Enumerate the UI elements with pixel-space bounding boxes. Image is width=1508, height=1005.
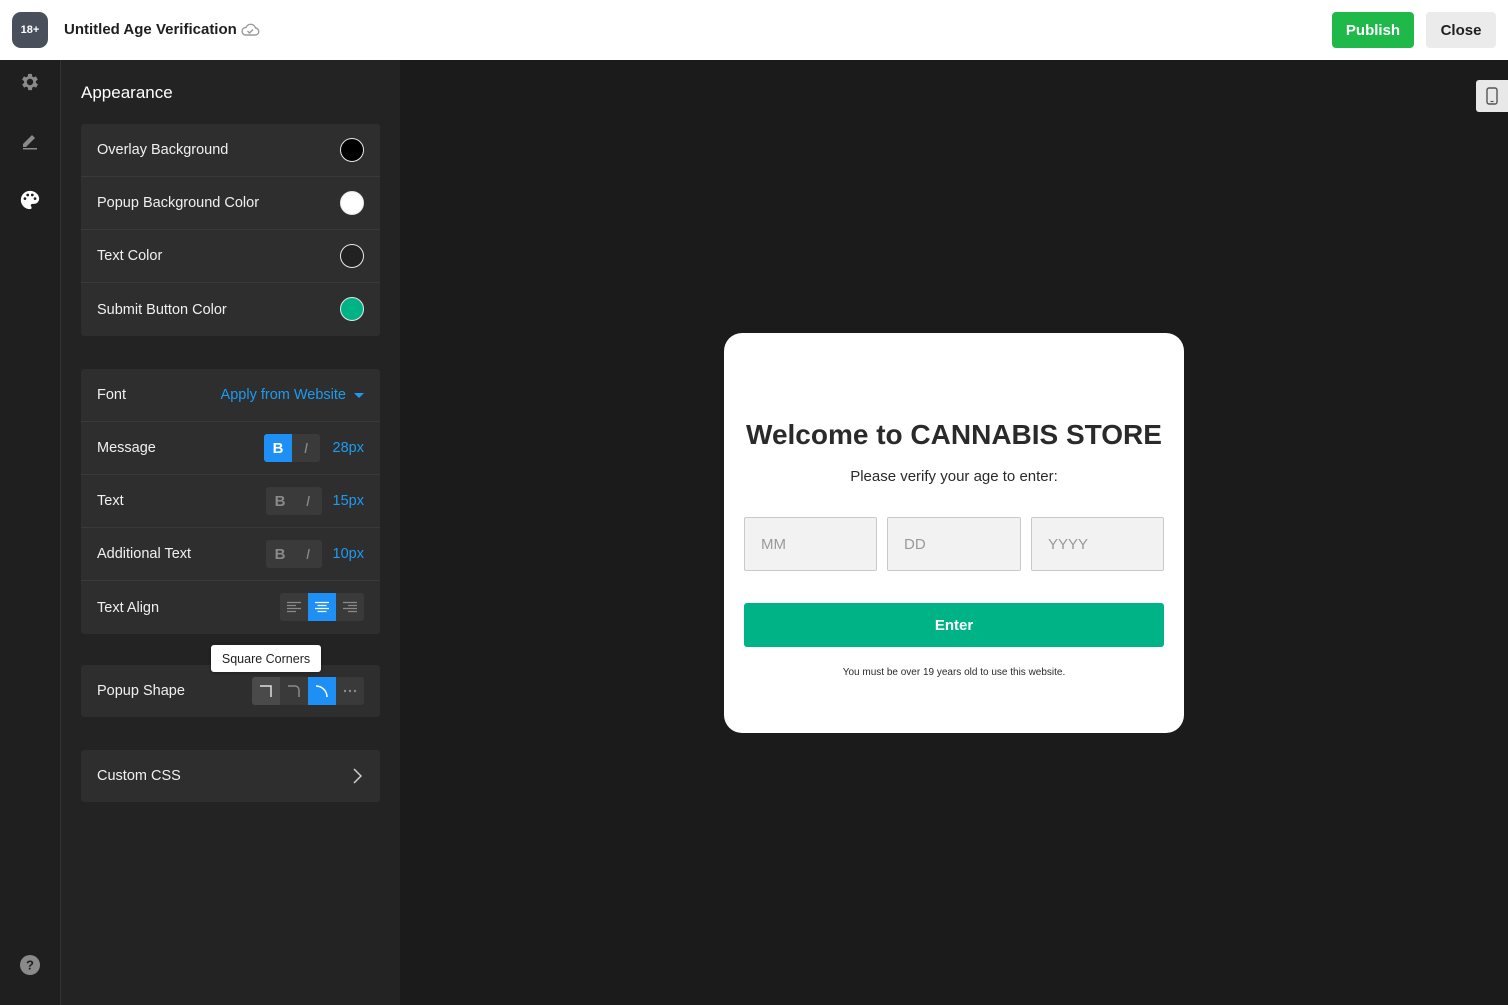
- appearance-panel: Appearance Overlay Background Popup Back…: [61, 60, 400, 1005]
- year-input[interactable]: [1031, 517, 1164, 571]
- row-label: Text Color: [97, 248, 163, 264]
- age-requirement-note: You must be over 19 years old to use thi…: [842, 667, 1066, 678]
- square-corners-icon[interactable]: [252, 677, 280, 705]
- svg-text:?: ?: [26, 958, 34, 973]
- row-label: Popup Shape: [97, 683, 185, 699]
- row-label: Message: [97, 440, 156, 456]
- left-rail: ?: [0, 60, 61, 1005]
- app-badge: 18+: [12, 12, 48, 48]
- italic-toggle[interactable]: I: [294, 487, 322, 515]
- custom-css-row[interactable]: Custom CSS: [81, 750, 380, 802]
- row-label: Submit Button Color: [97, 301, 227, 318]
- square-corners-tooltip: Square Corners: [211, 645, 321, 672]
- align-right-icon[interactable]: [336, 593, 364, 621]
- message-style-toggle: B I: [264, 434, 320, 462]
- additional-text-row: Additional Text B I 10px: [81, 528, 380, 581]
- popup-subtitle: Please verify your age to enter:: [850, 468, 1058, 485]
- bold-toggle[interactable]: B: [266, 487, 294, 515]
- cloud-saved-icon: [240, 22, 260, 38]
- additional-style-toggle: B I: [266, 540, 322, 568]
- italic-toggle[interactable]: I: [292, 434, 320, 462]
- font-select-value: Apply from Website: [220, 387, 346, 403]
- gear-icon[interactable]: [18, 70, 42, 94]
- help-icon[interactable]: ?: [18, 953, 42, 977]
- day-input[interactable]: [887, 517, 1021, 571]
- align-left-icon[interactable]: [280, 593, 308, 621]
- popup-shape-group: Popup Shape: [81, 665, 380, 717]
- text-align-row: Text Align: [81, 581, 380, 634]
- text-style-toggle: B I: [266, 487, 322, 515]
- overlay-background-row[interactable]: Overlay Background: [81, 124, 380, 177]
- popup-bg-color-swatch[interactable]: [340, 191, 364, 215]
- italic-toggle[interactable]: I: [294, 540, 322, 568]
- additional-size[interactable]: 10px: [333, 546, 364, 562]
- row-label: Overlay Background: [97, 142, 229, 158]
- publish-button[interactable]: Publish: [1332, 12, 1414, 48]
- row-label: Additional Text: [97, 546, 192, 562]
- text-align-toggle: [280, 593, 364, 621]
- color-settings-group: Overlay Background Popup Background Colo…: [81, 124, 380, 336]
- row-label: Text Align: [97, 599, 160, 616]
- row-label: Popup Background Color: [97, 195, 260, 211]
- message-size[interactable]: 28px: [333, 440, 364, 456]
- age-verification-popup: Welcome to CANNABIS STORE Please verify …: [724, 333, 1184, 733]
- message-row: Message B I 28px: [81, 422, 380, 475]
- popup-shape-row: Popup Shape: [81, 665, 380, 717]
- chevron-down-icon: [354, 392, 364, 398]
- top-bar: 18+ Untitled Age Verification Publish Cl…: [0, 0, 1508, 60]
- enter-button[interactable]: Enter: [744, 603, 1164, 647]
- panel-title: Appearance: [81, 83, 173, 102]
- text-color-swatch[interactable]: [340, 244, 364, 268]
- text-color-row[interactable]: Text Color: [81, 230, 380, 283]
- align-center-icon[interactable]: [308, 593, 336, 621]
- text-row: Text B I 15px: [81, 475, 380, 528]
- month-input[interactable]: [744, 517, 877, 571]
- pencil-icon[interactable]: [18, 128, 42, 152]
- submit-color-swatch[interactable]: [340, 297, 364, 321]
- rounded-corners-icon[interactable]: [308, 677, 336, 705]
- text-size[interactable]: 15px: [333, 493, 364, 509]
- chevron-right-icon: [352, 768, 363, 789]
- bold-toggle[interactable]: B: [264, 434, 292, 462]
- row-label: Custom CSS: [97, 768, 181, 784]
- slight-rounded-corners-icon[interactable]: [280, 677, 308, 705]
- font-row: Font Apply from Website: [81, 369, 380, 422]
- close-button[interactable]: Close: [1426, 12, 1496, 48]
- typography-group: Font Apply from Website Message B I 28px…: [81, 369, 380, 634]
- mobile-preview-icon[interactable]: [1476, 80, 1508, 112]
- custom-css-group[interactable]: Custom CSS: [81, 750, 380, 802]
- overlay-color-swatch[interactable]: [340, 138, 364, 162]
- font-select[interactable]: Apply from Website: [221, 387, 364, 403]
- more-options-icon[interactable]: [336, 677, 364, 705]
- row-label: Text: [97, 493, 124, 509]
- palette-icon[interactable]: [18, 188, 42, 212]
- row-label: Font: [97, 387, 127, 403]
- popup-background-color-row[interactable]: Popup Background Color: [81, 177, 380, 230]
- document-title[interactable]: Untitled Age Verification: [64, 21, 237, 38]
- submit-button-color-row[interactable]: Submit Button Color: [81, 283, 380, 336]
- popup-title: Welcome to CANNABIS STORE: [746, 419, 1162, 450]
- bold-toggle[interactable]: B: [266, 540, 294, 568]
- popup-shape-toggle: [252, 677, 364, 705]
